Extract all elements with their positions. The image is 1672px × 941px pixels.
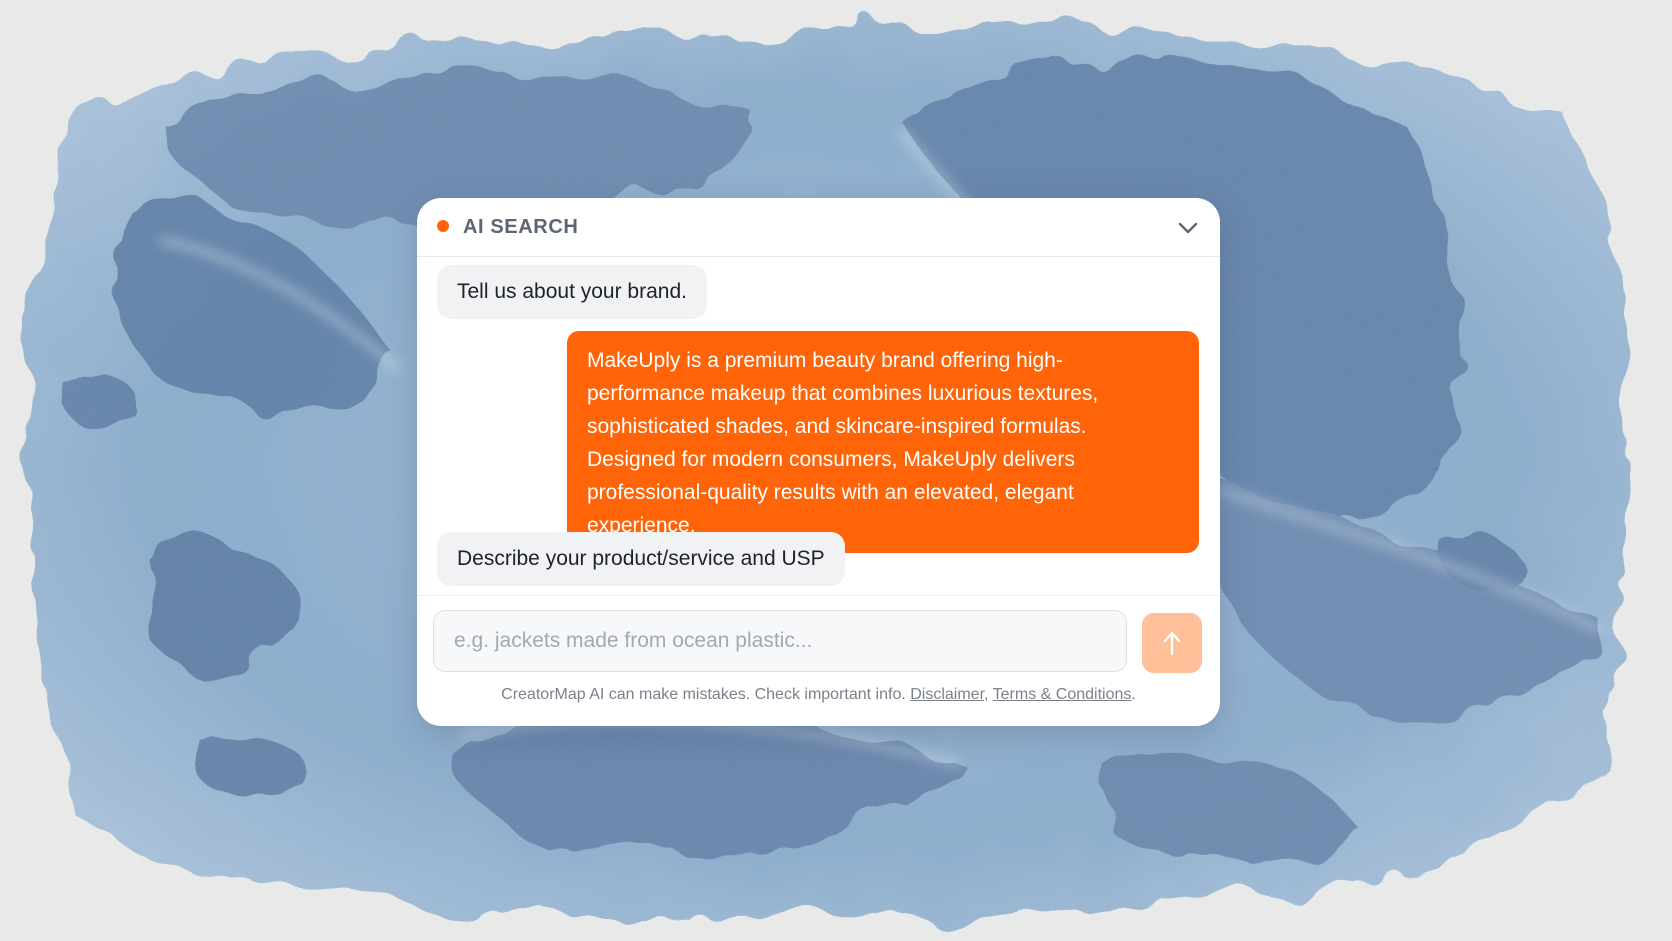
- message-input[interactable]: [433, 610, 1127, 672]
- arrow-up-icon: [1163, 631, 1181, 656]
- panel-header: AI SEARCH: [417, 198, 1220, 257]
- assistant-message: Describe your product/service and USP: [437, 532, 845, 586]
- disclaimer-link[interactable]: Disclaimer: [910, 686, 984, 703]
- message-list: Tell us about your brand. MakeUply is a …: [417, 257, 1220, 596]
- disclaimer-notice: CreatorMap AI can make mistakes. Check i…: [417, 686, 1220, 704]
- status-dot: [437, 220, 449, 232]
- assistant-message: Tell us about your brand.: [437, 265, 707, 319]
- link-separator: ,: [984, 686, 989, 703]
- panel-title: AI SEARCH: [463, 216, 579, 238]
- user-message: MakeUply is a premium beauty brand offer…: [567, 331, 1199, 553]
- terms-link[interactable]: Terms & Conditions: [993, 686, 1132, 703]
- notice-text: CreatorMap AI can make mistakes. Check i…: [501, 686, 906, 703]
- ai-search-panel: AI SEARCH Tell us about your brand. Make…: [417, 198, 1220, 726]
- send-button[interactable]: [1142, 613, 1202, 673]
- chevron-down-icon: [1178, 222, 1198, 234]
- collapse-button[interactable]: [1174, 214, 1202, 242]
- notice-end: .: [1131, 686, 1136, 703]
- composer: CreatorMap AI can make mistakes. Check i…: [417, 596, 1220, 726]
